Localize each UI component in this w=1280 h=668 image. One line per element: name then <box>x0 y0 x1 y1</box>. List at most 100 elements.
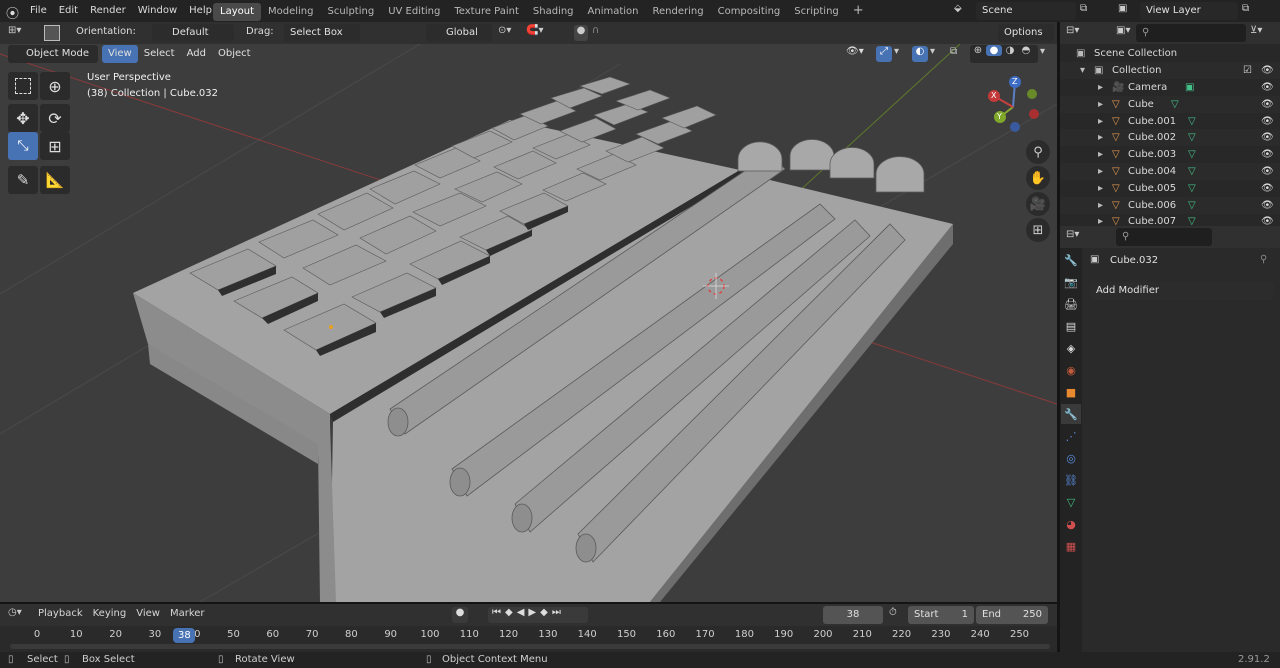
menu-file[interactable]: File <box>24 0 53 22</box>
next-key-icon[interactable]: ◆ <box>540 607 552 618</box>
properties-search-input[interactable]: ⚲ <box>1116 228 1212 246</box>
physics-tab-icon[interactable]: ◎ <box>1061 448 1081 468</box>
eye-icon[interactable]: 👁 <box>1261 180 1274 197</box>
menu-render[interactable]: Render <box>84 0 132 22</box>
tab-modeling[interactable]: Modeling <box>261 3 321 21</box>
expand-arrow-icon[interactable]: ▾ <box>1080 62 1085 79</box>
scene-tab-icon[interactable]: ◈ <box>1061 338 1081 358</box>
record-icon[interactable]: ● <box>452 607 468 623</box>
tab-compositing[interactable]: Compositing <box>711 3 788 21</box>
eye-icon[interactable]: 👁 <box>1261 129 1274 146</box>
gizmo-toggle-icon[interactable]: ⤢ <box>876 46 892 62</box>
view-layer-icon[interactable]: ▣ <box>1118 3 1136 14</box>
menu-marker[interactable]: Marker <box>170 608 205 619</box>
mesh-data-icon[interactable]: ▽ <box>1188 146 1196 163</box>
frame-ruler[interactable]: 0102030405060708090100110120130140150160… <box>0 628 1057 644</box>
visibility-icon[interactable]: 👁▾ <box>846 46 868 57</box>
outliner-item[interactable]: ▸ ▽ Cube.001 ▽ 👁 <box>1060 113 1280 130</box>
menu-add[interactable]: Add <box>181 45 212 63</box>
eye-icon[interactable]: 👁 <box>1261 146 1274 163</box>
add-workspace-button[interactable]: + <box>846 2 871 20</box>
tab-texture-paint[interactable]: Texture Paint <box>447 3 526 21</box>
editor-type-icon[interactable]: ⊞▾ <box>8 25 32 41</box>
snap-icon[interactable]: 🧲▾ <box>526 25 566 36</box>
camera-view-icon[interactable]: 🎥 <box>1026 192 1050 216</box>
eye-icon[interactable]: 👁 <box>1261 113 1274 130</box>
annotate-tool-icon[interactable]: ✎ <box>8 166 38 194</box>
eye-icon[interactable]: 👁 <box>1261 79 1274 96</box>
menu-view[interactable]: View <box>102 45 138 63</box>
end-frame-field[interactable]: End 250 <box>976 606 1048 624</box>
tab-sculpting[interactable]: Sculpting <box>321 3 382 21</box>
measure-tool-icon[interactable]: 📐 <box>40 166 70 194</box>
outliner-item[interactable]: ▸ ▽ Cube.006 ▽ 👁 <box>1060 196 1280 214</box>
scene-icon[interactable]: ⬙ <box>954 3 972 19</box>
view-layer-tab-icon[interactable]: ▤ <box>1061 316 1081 336</box>
constraints-tab-icon[interactable]: ⛓ <box>1061 470 1081 490</box>
jump-end-icon[interactable]: ⏭ <box>552 607 565 618</box>
collection-checkbox[interactable]: ☑ <box>1243 62 1252 79</box>
expand-arrow-icon[interactable]: ▸ <box>1098 96 1103 113</box>
outliner-item[interactable]: ▸ ▽ Cube.004 ▽ 👁 <box>1060 163 1280 180</box>
gizmo-menu-icon[interactable]: ▾ <box>894 46 904 57</box>
play-icon[interactable]: ▶ <box>528 607 540 618</box>
mesh-data-icon[interactable]: ▽ <box>1188 129 1196 146</box>
stopwatch-icon[interactable]: ⏱ <box>889 607 905 618</box>
menu-select[interactable]: Select <box>138 45 181 63</box>
start-frame-field[interactable]: Start 1 <box>908 606 974 624</box>
blender-logo-icon[interactable]: ⦿ <box>6 3 22 22</box>
expand-arrow-icon[interactable]: ▸ <box>1098 197 1103 214</box>
expand-arrow-icon[interactable]: ▸ <box>1098 146 1103 163</box>
outliner-search-input[interactable]: ⚲ <box>1136 24 1246 42</box>
3d-viewport[interactable]: Object Mode View Select Add Object 👁▾ ⤢ ▾ ◐… <box>0 44 1057 602</box>
falloff-icon[interactable]: ∩ <box>592 25 612 36</box>
wireframe-shading-icon[interactable]: ⊕ <box>970 45 986 56</box>
tool-tab-icon[interactable]: 🔧 <box>1061 250 1081 270</box>
pan-hand-icon[interactable]: ✋ <box>1026 166 1050 190</box>
pin-icon[interactable]: ⚲ <box>1260 254 1267 265</box>
mesh-data-icon[interactable]: ▽ <box>1188 197 1196 214</box>
play-reverse-icon[interactable]: ◀ <box>517 607 529 618</box>
overlay-toggle-icon[interactable]: ◐ <box>912 46 928 62</box>
menu-edit[interactable]: Edit <box>53 0 84 22</box>
expand-arrow-icon[interactable]: ▸ <box>1098 113 1103 130</box>
timeline-scrollbar[interactable] <box>10 644 1050 649</box>
proportional-edit-icon[interactable]: ● <box>574 25 588 41</box>
outliner-item[interactable]: ▸ ▽ Cube.005 ▽ 👁 <box>1060 180 1280 197</box>
orientation-dropdown[interactable]: Default <box>152 24 234 42</box>
close-scene-icon[interactable]: ⧉ <box>1080 3 1094 19</box>
expand-arrow-icon[interactable]: ▸ <box>1098 79 1103 96</box>
output-tab-icon[interactable]: 🖨 <box>1061 294 1081 314</box>
camera-data-icon[interactable]: ▣ <box>1185 79 1194 96</box>
data-tab-icon[interactable]: ▽ <box>1061 492 1081 512</box>
menu-keying[interactable]: Keying <box>93 608 127 619</box>
tab-animation[interactable]: Animation <box>581 3 646 21</box>
eye-icon[interactable]: 👁 <box>1261 163 1274 180</box>
tab-uv-editing[interactable]: UV Editing <box>381 3 447 21</box>
select-box-tool-icon[interactable] <box>8 72 38 100</box>
outliner-item[interactable]: ▸ ▽ Cube.003 ▽ 👁 <box>1060 146 1280 163</box>
new-view-layer-icon[interactable]: ⧉ <box>1242 3 1256 14</box>
expand-arrow-icon[interactable]: ▸ <box>1098 163 1103 180</box>
material-tab-icon[interactable]: ◕ <box>1061 514 1081 534</box>
outliner-item[interactable]: ▸ ▽ Cube.002 ▽ 👁 <box>1060 129 1280 147</box>
render-tab-icon[interactable]: 📷 <box>1061 272 1081 292</box>
transform-tool-icon[interactable]: ⊞ <box>40 132 70 160</box>
zoom-icon[interactable]: ⚲ <box>1026 140 1050 164</box>
options-dropdown[interactable]: Options <box>998 24 1054 42</box>
menu-playback[interactable]: Playback <box>38 608 83 619</box>
display-mode-icon[interactable]: ⊟▾ <box>1066 25 1090 36</box>
transform-orientation-dropdown[interactable]: Global <box>426 24 492 42</box>
mode-dropdown[interactable]: Object Mode <box>8 45 98 63</box>
menu-window[interactable]: Window <box>132 0 183 22</box>
jump-start-icon[interactable]: ⏮ <box>492 607 505 618</box>
playhead[interactable]: 38 <box>173 628 196 643</box>
tree-collection[interactable]: ▾ ▣ Collection ☑ 👁 <box>1060 62 1280 79</box>
tab-rendering[interactable]: Rendering <box>646 3 711 21</box>
mesh-data-icon[interactable]: ▽ <box>1188 180 1196 197</box>
tab-scripting[interactable]: Scripting <box>787 3 845 21</box>
tab-shading[interactable]: Shading <box>526 3 581 21</box>
particles-tab-icon[interactable]: ⋰ <box>1061 426 1081 446</box>
pivot-icon[interactable]: ⊙▾ <box>498 25 522 36</box>
eye-icon[interactable]: 👁 <box>1261 96 1274 113</box>
